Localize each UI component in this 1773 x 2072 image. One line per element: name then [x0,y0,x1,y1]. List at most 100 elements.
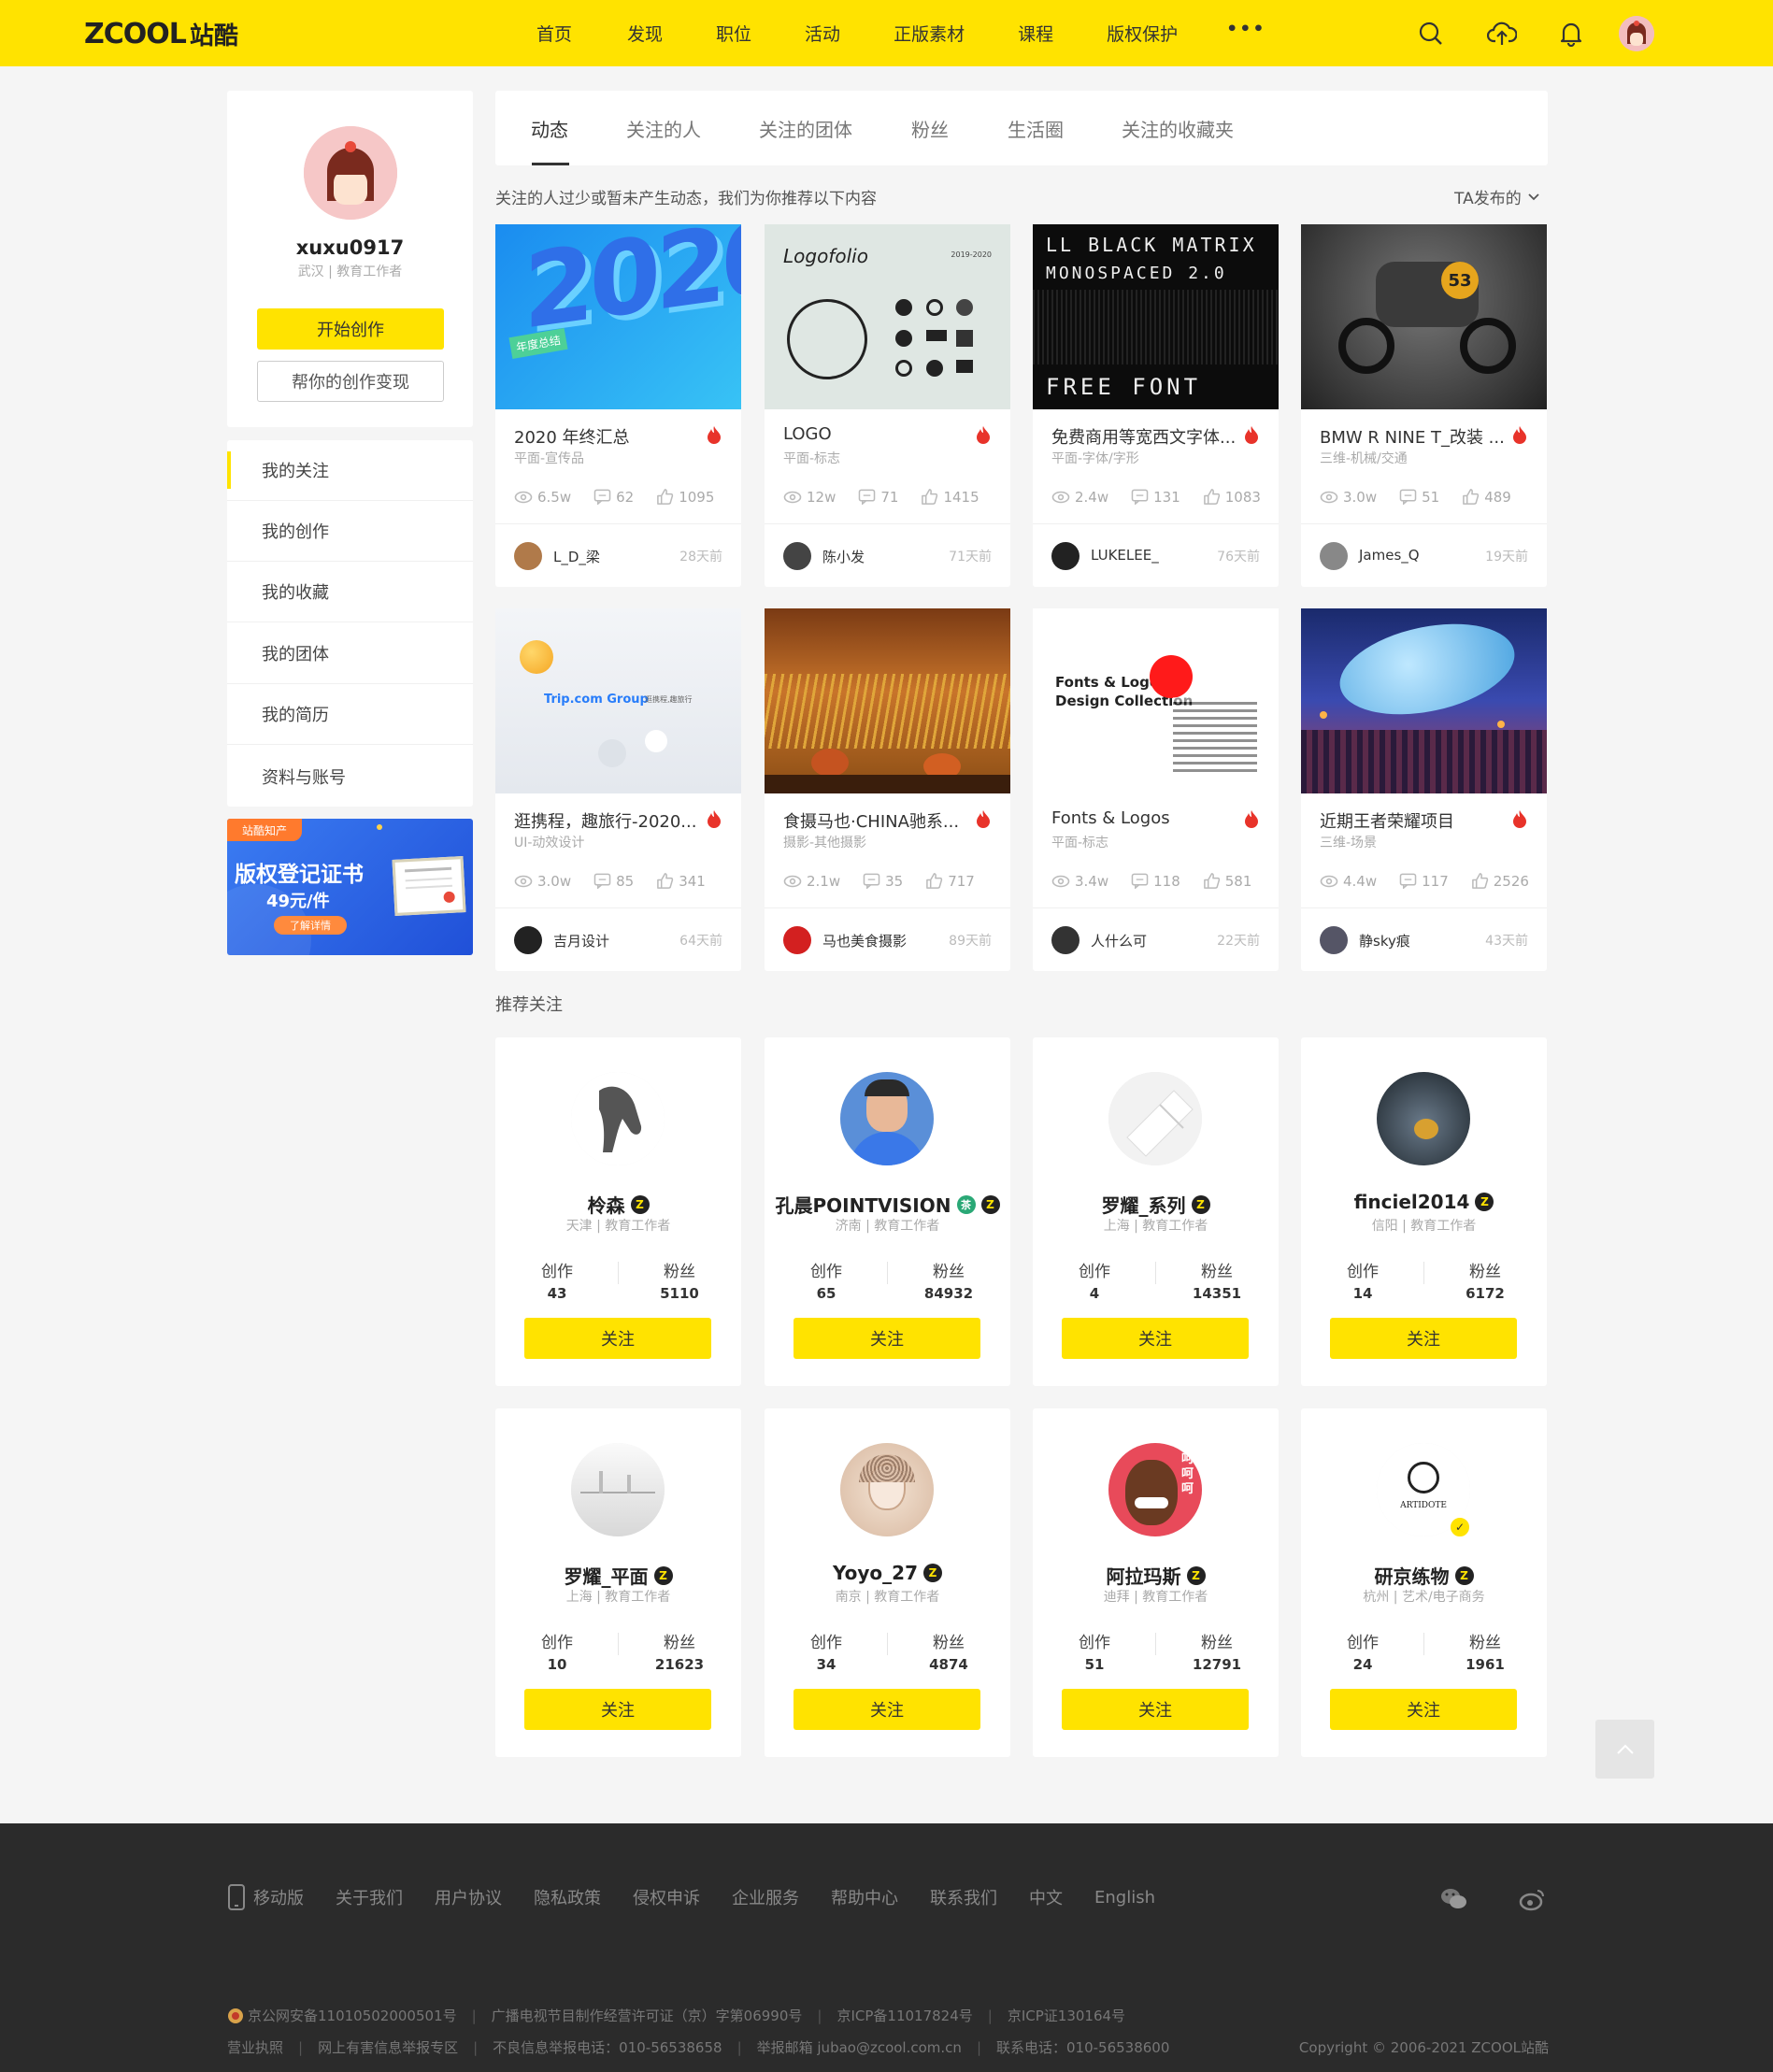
work-cover-image[interactable] [1301,608,1547,793]
recommend-user-avatar[interactable] [840,1072,934,1165]
author-name[interactable]: 人什么可 [1091,931,1147,950]
footer-icp-license[interactable]: 京ICP证130164号 [1008,2006,1125,2025]
recommend-user-avatar[interactable] [571,1072,665,1165]
menu-item-following[interactable]: 我的关注 [227,440,473,501]
recommend-user-avatar[interactable] [1108,1072,1202,1165]
wechat-icon[interactable] [1439,1886,1467,1912]
follow-button[interactable]: 关注 [1330,1318,1517,1359]
follow-button[interactable]: 关注 [1062,1318,1249,1359]
footer-link-enterprise[interactable]: 企业服务 [732,1885,799,1909]
work-card[interactable]: LL BLACK MATRIX MONOSPACED 2.0 FREE FONT 免… [1033,224,1279,587]
author-name[interactable]: 陈小发 [822,547,865,566]
work-cover-image[interactable]: Trip.com Group 逛携程,趣旅行 [495,608,741,793]
user-avatar[interactable] [1619,15,1654,51]
menu-item-collections[interactable]: 我的收藏 [227,562,473,622]
author-avatar[interactable] [1320,542,1348,570]
work-cover-image[interactable]: 2020 年度总结 [495,224,741,409]
recommend-user-name[interactable]: finciel2014 [1354,1191,1470,1213]
work-title[interactable]: 2020 年终汇总 [514,424,701,449]
recommend-user-name[interactable]: Yoyo_27 [833,1562,918,1584]
tab-following-collections[interactable]: 关注的收藏夹 [1122,115,1234,142]
footer-broadcast-license[interactable]: 广播电视节目制作经营许可证（京）字第06990号 [492,2006,803,2025]
work-card[interactable]: 2020 年度总结 2020 年终汇总 平面-宣传品 6.5w 62 1095 L_D… [495,224,741,587]
footer-icp-record[interactable]: 京ICP备11017824号 [836,2006,972,2025]
nav-more[interactable]: ••• [1226,19,1265,39]
author-name[interactable]: 马也美食摄影 [822,931,907,950]
zcool-logo[interactable]: ZCOOL 站酷 [84,17,238,50]
footer-gongan[interactable]: 京公网安备11010502000501号 [248,2006,457,2025]
follow-button[interactable]: 关注 [794,1689,980,1730]
author-name[interactable]: LUKELEE_ [1091,547,1159,564]
recommend-user-avatar[interactable] [840,1443,934,1536]
follow-button[interactable]: 关注 [1330,1689,1517,1730]
work-cover-image[interactable] [765,608,1010,793]
work-cover-image[interactable]: LL BLACK MATRIX MONOSPACED 2.0 FREE FONT [1033,224,1279,409]
work-cover-image[interactable]: Logofolio 2019-2020 [765,224,1010,409]
recommend-user-name[interactable]: 孔晨POINTVISION [776,1191,951,1218]
nav-discover[interactable]: 发现 [627,21,663,46]
recommend-user-name[interactable]: 研京练物 [1375,1562,1450,1589]
work-title[interactable]: 免费商用等宽西文字体... [1051,424,1238,449]
tab-fans[interactable]: 粉丝 [911,115,949,142]
footer-link-about[interactable]: 关于我们 [336,1885,403,1909]
author-name[interactable]: L_D_梁 [553,547,600,566]
recommend-user-avatar[interactable] [571,1443,665,1536]
author-avatar[interactable] [1320,926,1348,954]
nav-assets[interactable]: 正版素材 [894,21,965,46]
profile-avatar[interactable] [304,126,397,220]
filter-dropdown[interactable]: TA发布的 [1454,185,1540,208]
follow-button[interactable]: 关注 [524,1689,711,1730]
copyright-cert-banner[interactable]: 站酷知产 版权登记证书 49元/件 了解详情 [227,819,473,955]
back-to-top-button[interactable] [1595,1720,1654,1779]
footer-business-license[interactable]: 营业执照 [227,2037,283,2057]
recommend-user-name[interactable]: 罗耀_平面 [565,1562,649,1589]
bell-icon[interactable] [1556,19,1586,49]
search-icon[interactable] [1416,19,1446,49]
work-card[interactable]: Trip.com Group 逛携程,趣旅行 逛携程，趣旅行-2020... UI… [495,608,741,971]
author-avatar[interactable] [783,926,811,954]
work-title[interactable]: Fonts & Logos [1051,808,1238,828]
recommend-user-name[interactable]: 柃森 [588,1191,625,1218]
footer-link-terms[interactable]: 用户协议 [435,1885,502,1909]
work-title[interactable]: 近期王者荣耀项目 [1320,808,1507,833]
upload-cloud-icon[interactable] [1487,19,1517,49]
author-name[interactable]: 吉月设计 [553,931,609,950]
nav-courses[interactable]: 课程 [1018,21,1053,46]
work-card[interactable]: Logofolio 2019-2020 LOGO 平面-标志 12w 71 1415 … [765,224,1010,587]
menu-item-works[interactable]: 我的创作 [227,501,473,562]
start-creating-button[interactable]: 开始创作 [257,308,444,350]
work-card[interactable]: 食摄马也·CHINA驰系... 摄影-其他摄影 2.1w 35 717 马也美食摄影… [765,608,1010,971]
author-avatar[interactable] [514,542,542,570]
footer-link-help[interactable]: 帮助中心 [831,1885,898,1909]
weibo-icon[interactable] [1519,1886,1547,1912]
work-title[interactable]: 逛携程，趣旅行-2020... [514,808,701,833]
author-avatar[interactable] [783,542,811,570]
tab-following-groups[interactable]: 关注的团体 [759,115,852,142]
work-title[interactable]: LOGO [783,424,970,444]
work-card[interactable]: 近期王者荣耀项目 三维-场景 4.4w 117 2526 静sky痕 43天前 [1301,608,1547,971]
work-card[interactable]: 53 BMW R NINE T_改装 ... 三维-机械/交通 3.0w 51 48… [1301,224,1547,587]
recommend-user-avatar[interactable]: 呵呵呵 [1108,1443,1202,1536]
footer-harmful-report[interactable]: 网上有害信息举报专区 [318,2037,458,2057]
work-title[interactable]: 食摄马也·CHINA驰系... [783,808,970,833]
author-name[interactable]: James_Q [1359,547,1420,564]
menu-item-resume[interactable]: 我的简历 [227,684,473,745]
footer-report-email[interactable]: 举报邮箱 jubao@zcool.com.cn [757,2037,962,2057]
work-cover-image[interactable]: 53 [1301,224,1547,409]
follow-button[interactable]: 关注 [794,1318,980,1359]
tab-activity[interactable]: 动态 [531,115,568,142]
recommend-user-name[interactable]: 罗耀_系列 [1102,1191,1186,1218]
monetize-button[interactable]: 帮你的创作变现 [257,361,444,402]
author-avatar[interactable] [1051,926,1080,954]
footer-link-mobile[interactable]: 移动版 [253,1885,304,1909]
tab-life-circle[interactable]: 生活圈 [1008,115,1064,142]
author-avatar[interactable] [514,926,542,954]
footer-link-contact[interactable]: 联系我们 [930,1885,997,1909]
nav-jobs[interactable]: 职位 [716,21,751,46]
footer-link-privacy[interactable]: 隐私政策 [534,1885,601,1909]
footer-link-infringement[interactable]: 侵权申诉 [633,1885,700,1909]
work-cover-image[interactable]: Fonts & Logos Design Collection [1033,608,1279,793]
menu-item-account[interactable]: 资料与账号 [227,746,473,807]
recommend-user-avatar[interactable] [1377,1072,1470,1165]
nav-copyright[interactable]: 版权保护 [1107,21,1178,46]
